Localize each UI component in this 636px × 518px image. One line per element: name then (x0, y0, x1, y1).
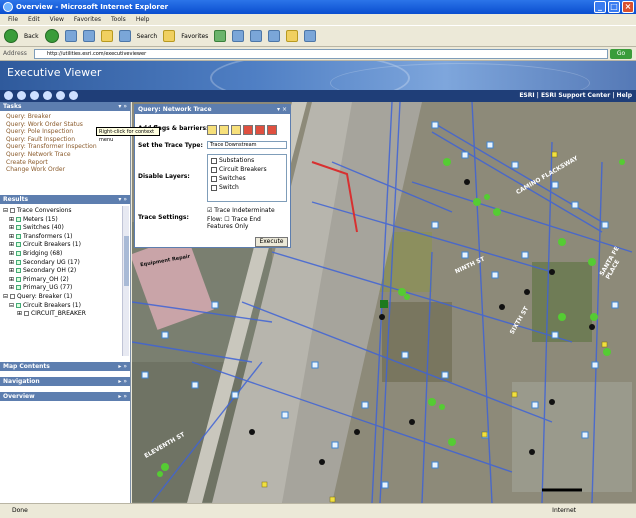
search-label[interactable]: Search (137, 33, 158, 40)
address-input[interactable]: http://utilities.esri.com/executiveviewe… (34, 49, 608, 59)
trace-indeterminate-checkbox[interactable]: ☑ Trace Indeterminate (207, 207, 275, 214)
folder-icon[interactable] (286, 30, 299, 42)
mail-icon[interactable] (250, 30, 263, 42)
tree-node[interactable]: ⊞ Primary_UG (77) (3, 284, 127, 293)
zoom-out-icon[interactable] (17, 91, 26, 100)
menu-help[interactable]: Help (136, 14, 150, 25)
results-scrollbar[interactable] (122, 206, 129, 356)
tree-node[interactable]: ⊟ Trace Conversions (3, 207, 127, 216)
app-title: Executive Viewer (7, 66, 102, 79)
task-item[interactable]: Query: Breaker (6, 113, 124, 121)
tree-node[interactable]: ⊞ Circuit Breakers (1) (3, 241, 127, 250)
ie-icon (3, 2, 13, 12)
clear-flags-icon[interactable] (267, 125, 277, 135)
execute-button[interactable]: Execute (255, 237, 288, 247)
browser-toolbar: Back Search Favorites (0, 25, 636, 47)
refresh-icon[interactable] (82, 30, 95, 42)
layer-option[interactable]: Switch (211, 183, 283, 192)
tree-node[interactable]: ⊞ CIRCUIT_BREAKER (3, 310, 127, 319)
menu-bar: File Edit View Favorites Tools Help (0, 14, 636, 25)
address-bar: Address http://utilities.esri.com/execut… (0, 47, 636, 61)
layer-option[interactable]: Circuit Breakers (211, 165, 283, 174)
menu-favorites[interactable]: Favorites (74, 14, 101, 25)
menu-edit[interactable]: Edit (28, 14, 40, 25)
layer-option[interactable]: Substations (211, 156, 283, 165)
results-tree: ⊟ Trace Conversions ⊞ Meters (15) ⊞ Swit… (0, 204, 130, 362)
history-icon[interactable] (232, 30, 245, 42)
tree-node[interactable]: ⊞ Bridging (68) (3, 250, 127, 259)
back-icon[interactable] (4, 29, 18, 43)
add-flag-icon[interactable] (207, 125, 217, 135)
menu-view[interactable]: View (50, 14, 64, 25)
tree-node[interactable]: ⊞ Primary_OH (2) (3, 276, 127, 285)
add-barrier-icon[interactable] (231, 125, 241, 135)
maximize-button[interactable]: □ (608, 1, 620, 13)
status-text: Done (12, 507, 28, 514)
full-extent-icon[interactable] (43, 91, 52, 100)
tree-node[interactable]: ⊟ Circuit Breakers (1) (3, 302, 127, 311)
edit-icon[interactable] (304, 30, 317, 42)
favorites-icon[interactable] (163, 30, 176, 42)
identify-icon[interactable] (56, 91, 65, 100)
map-contents-header[interactable]: Map Contents ▸ » (0, 362, 130, 371)
window-title-bar: Overview - Microsoft Internet Explorer _… (0, 0, 636, 14)
trace-end-features-checkbox[interactable]: Flow: ☐ Trace End Features Only (207, 216, 287, 230)
add-junction-flag-icon[interactable] (219, 125, 229, 135)
close-button[interactable]: × (622, 1, 634, 13)
tree-node[interactable]: ⊞ Meters (15) (3, 216, 127, 225)
network-trace-header[interactable]: Query: Network Trace ▾ × (135, 105, 290, 114)
print-icon[interactable] (268, 30, 281, 42)
task-item[interactable]: Create Report (6, 159, 124, 167)
flag-icon[interactable] (255, 125, 265, 135)
disable-layers-list[interactable]: Substations Circuit Breakers Switches Sw… (207, 154, 287, 202)
app-toolbar: ESRI | ESRI Support Center | Help (0, 90, 636, 102)
overview-header[interactable]: Overview ▸ » (0, 392, 130, 401)
back-label[interactable]: Back (24, 33, 39, 40)
left-panel: Tasks ▾ » Query: Breaker Query: Work Orde… (0, 102, 131, 503)
window-title: Overview - Microsoft Internet Explorer (16, 3, 169, 11)
tree-node[interactable]: ⊟ Query: Breaker (1) (3, 293, 127, 302)
trace-type-select[interactable]: Trace Downstream (207, 141, 287, 149)
app-banner: Executive Viewer (0, 61, 636, 90)
trace-type-label: Set the Trace Type: (138, 142, 203, 149)
security-zone: Internet (552, 507, 576, 514)
stop-icon[interactable] (64, 30, 77, 42)
minimize-button[interactable]: _ (594, 1, 606, 13)
network-trace-panel: Query: Network Trace ▾ × Add flags & barr… (134, 104, 291, 248)
trace-settings-label: Trace Settings: (138, 214, 189, 221)
tree-node[interactable]: ⊞ Transformers (1) (3, 233, 127, 242)
menu-tools[interactable]: Tools (111, 14, 126, 25)
zoom-in-icon[interactable] (4, 91, 13, 100)
task-item[interactable]: Query: Network Trace (6, 151, 124, 159)
tasks-list: Query: Breaker Query: Work Order Status … (0, 111, 130, 195)
pan-icon[interactable] (30, 91, 39, 100)
search-icon[interactable] (118, 30, 131, 42)
flag-icon[interactable] (243, 125, 253, 135)
tree-node[interactable]: ⊞ Switches (40) (3, 224, 127, 233)
tree-node[interactable]: ⊞ Secondary UG (17) (3, 259, 127, 268)
task-item[interactable]: Change Work Order (6, 166, 124, 174)
print-map-icon[interactable] (69, 91, 78, 100)
home-icon[interactable] (100, 30, 113, 42)
task-item[interactable]: Query: Transformer Inspection (6, 143, 124, 151)
disable-layers-label: Disable Layers: (138, 173, 190, 180)
layer-option[interactable]: Switches (211, 174, 283, 183)
results-header[interactable]: Results ▾ » (0, 195, 130, 204)
favorites-label[interactable]: Favorites (181, 33, 208, 40)
navigation-header[interactable]: Navigation ▸ » (0, 377, 130, 386)
tasks-header[interactable]: Tasks ▾ » (0, 102, 130, 111)
header-links[interactable]: ESRI | ESRI Support Center | Help (519, 90, 632, 102)
address-label: Address (3, 50, 27, 57)
tooltip: Right-click for context menu (96, 127, 160, 143)
go-button[interactable]: Go (610, 49, 632, 59)
menu-file[interactable]: File (8, 14, 18, 25)
tree-node[interactable]: ⊞ Secondary OH (2) (3, 267, 127, 276)
status-bar: Done Internet (0, 503, 636, 518)
media-icon[interactable] (214, 30, 227, 42)
forward-icon[interactable] (44, 29, 59, 43)
